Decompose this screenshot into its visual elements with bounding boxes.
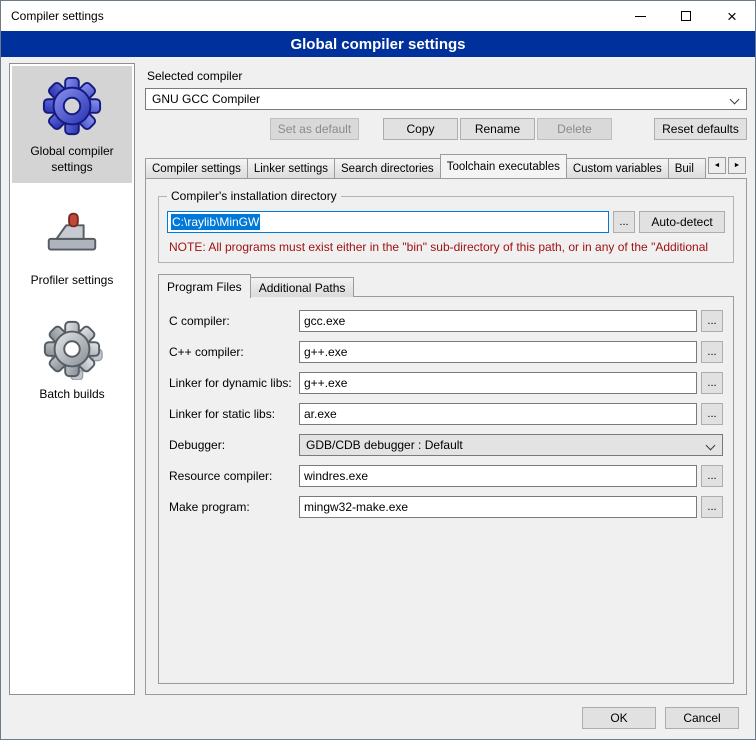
cancel-button[interactable]: Cancel	[665, 707, 739, 729]
blue-gear-icon	[41, 75, 103, 137]
tab-custom-variables[interactable]: Custom variables	[566, 158, 669, 178]
left-arrow-icon: ◄	[714, 162, 721, 169]
tab-scroll-right-button[interactable]: ►	[728, 157, 746, 174]
debugger-value: GDB/CDB debugger : Default	[306, 438, 463, 452]
subtab-additional-paths[interactable]: Additional Paths	[250, 277, 355, 297]
make-program-input[interactable]	[299, 496, 697, 518]
sidebar-item-batch-builds[interactable]: Batch builds	[12, 309, 132, 411]
subtab-program-files[interactable]: Program Files	[158, 274, 251, 298]
dialog-footer: OK Cancel	[1, 697, 755, 739]
tab-linker-settings[interactable]: Linker settings	[247, 158, 335, 178]
dialog-header: Global compiler settings	[1, 31, 755, 57]
right-arrow-icon: ►	[734, 162, 741, 169]
tab-toolchain-executables[interactable]: Toolchain executables	[440, 154, 567, 178]
sidebar-item-profiler-settings[interactable]: Profiler settings	[12, 195, 132, 297]
resource-compiler-browse-button[interactable]: ...	[701, 465, 723, 487]
c-compiler-input[interactable]	[299, 310, 697, 332]
copy-button[interactable]: Copy	[383, 118, 458, 140]
set-as-default-button[interactable]: Set as default	[270, 118, 359, 140]
program-files-panel: C compiler: ... C++ compiler: ... Linker…	[158, 296, 734, 684]
toolchain-executables-panel: Compiler's installation directory C:\ray…	[145, 178, 747, 695]
reset-defaults-button[interactable]: Reset defaults	[654, 118, 747, 140]
bin-subdirectory-note: NOTE: All programs must exist either in …	[169, 240, 725, 254]
linker-dynamic-label: Linker for dynamic libs:	[169, 376, 299, 390]
gray-gear-icon	[41, 318, 103, 380]
form-row-make-program: Make program: ...	[169, 496, 723, 518]
tab-scroll-buttons: ◄ ►	[708, 157, 746, 174]
linker-dynamic-browse-button[interactable]: ...	[701, 372, 723, 394]
cpp-compiler-label: C++ compiler:	[169, 345, 299, 359]
sidebar-item-label: Batch builds	[39, 387, 104, 403]
installation-directory-group: Compiler's installation directory C:\ray…	[158, 189, 734, 263]
make-program-browse-button[interactable]: ...	[701, 496, 723, 518]
window-title: Compiler settings	[1, 9, 104, 23]
tab-scroll-left-button[interactable]: ◄	[708, 157, 726, 174]
make-program-label: Make program:	[169, 500, 299, 514]
linker-static-label: Linker for static libs:	[169, 407, 299, 421]
auto-detect-button[interactable]: Auto-detect	[639, 211, 725, 233]
maximize-icon	[681, 11, 691, 21]
tab-compiler-settings[interactable]: Compiler settings	[145, 158, 248, 178]
main-content: Selected compiler GNU GCC Compiler Set a…	[145, 63, 747, 695]
form-row-c-compiler: C compiler: ...	[169, 310, 723, 332]
sidebar-item-label: Global compiler settings	[14, 144, 130, 175]
debugger-select[interactable]: GDB/CDB debugger : Default	[299, 434, 723, 456]
settings-category-list: Global compiler settings Profiler settin…	[9, 63, 135, 695]
profiler-tool-icon	[41, 204, 103, 266]
maximize-button[interactable]	[663, 1, 709, 31]
selected-compiler-dropdown[interactable]: GNU GCC Compiler	[145, 88, 747, 110]
minimize-button[interactable]	[617, 1, 663, 31]
selected-compiler-value: GNU GCC Compiler	[152, 92, 260, 106]
linker-static-browse-button[interactable]: ...	[701, 403, 723, 425]
linker-dynamic-input[interactable]	[299, 372, 697, 394]
installation-directory-group-title: Compiler's installation directory	[167, 189, 341, 203]
compiler-buttons-row: Set as default Copy Rename Delete Reset …	[145, 118, 747, 140]
c-compiler-browse-button[interactable]: ...	[701, 310, 723, 332]
minimize-icon	[635, 16, 646, 17]
tab-search-directories[interactable]: Search directories	[334, 158, 441, 178]
sidebar-item-global-compiler-settings[interactable]: Global compiler settings	[12, 66, 132, 183]
installation-directory-input[interactable]: C:\raylib\MinGW	[167, 211, 609, 233]
settings-tabstrip: Compiler settings Linker settings Search…	[145, 153, 747, 178]
close-icon: ×	[727, 8, 737, 25]
delete-button[interactable]: Delete	[537, 118, 612, 140]
compiler-settings-window: Compiler settings × Global compiler sett…	[0, 0, 756, 740]
cpp-compiler-input[interactable]	[299, 341, 697, 363]
form-row-cpp-compiler: C++ compiler: ...	[169, 341, 723, 363]
window-controls: ×	[617, 1, 755, 31]
cpp-compiler-browse-button[interactable]: ...	[701, 341, 723, 363]
form-row-resource-compiler: Resource compiler: ...	[169, 465, 723, 487]
c-compiler-label: C compiler:	[169, 314, 299, 328]
debugger-label: Debugger:	[169, 438, 299, 452]
titlebar[interactable]: Compiler settings ×	[1, 1, 755, 31]
resource-compiler-label: Resource compiler:	[169, 469, 299, 483]
form-row-linker-static: Linker for static libs: ...	[169, 403, 723, 425]
resource-compiler-input[interactable]	[299, 465, 697, 487]
chevron-down-icon	[730, 95, 740, 105]
installation-directory-value: C:\raylib\MinGW	[171, 214, 260, 230]
form-row-debugger: Debugger: GDB/CDB debugger : Default	[169, 434, 723, 456]
chevron-down-icon	[706, 441, 716, 451]
linker-static-input[interactable]	[299, 403, 697, 425]
tab-build-options-clipped[interactable]: Buil	[668, 158, 706, 178]
close-button[interactable]: ×	[709, 1, 755, 31]
form-row-linker-dynamic: Linker for dynamic libs: ...	[169, 372, 723, 394]
dialog-body: Global compiler settings Profiler settin…	[1, 57, 755, 697]
selected-compiler-label: Selected compiler	[147, 69, 747, 83]
installation-directory-browse-button[interactable]: ...	[613, 211, 635, 233]
rename-button[interactable]: Rename	[460, 118, 535, 140]
program-files-tabstrip: Program Files Additional Paths	[158, 273, 734, 297]
installation-directory-row: C:\raylib\MinGW ... Auto-detect	[167, 211, 725, 233]
ok-button[interactable]: OK	[582, 707, 656, 729]
sidebar-item-label: Profiler settings	[31, 273, 114, 289]
